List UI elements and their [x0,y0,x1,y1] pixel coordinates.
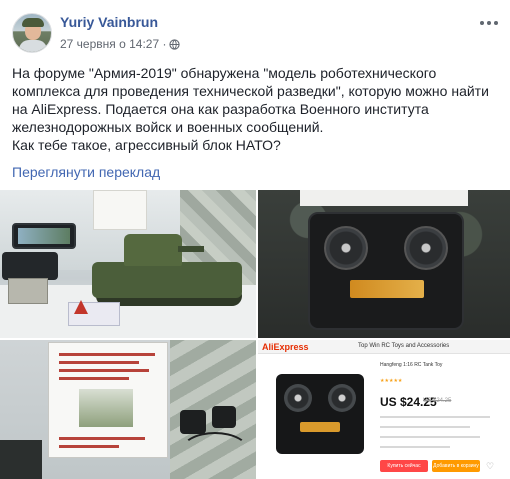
post-timestamp[interactable]: 27 червня о 14:27 · [60,37,166,51]
aliexpress-divider [380,426,470,428]
photo-info-board[interactable] [0,340,256,479]
aliexpress-header: AliExpress Top Win RC Toys and Accessori… [258,340,510,354]
dot [480,21,484,25]
photo-device [180,410,206,434]
aliexpress-product-image [268,368,372,472]
tank-turret [124,234,182,266]
aliexpress-divider [380,436,480,438]
heart-icon: ♡ [486,461,495,471]
post-header: Yuriy Vainbrun 27 червня о 14:27 · [12,12,500,56]
aliexpress-divider [380,446,450,448]
aliexpress-buy-button: Купить сейчас [380,460,428,472]
avatar-cap [22,18,44,27]
board-line [59,369,149,372]
tablet-screen [18,228,70,244]
photo-device [0,440,42,479]
aliexpress-product-title: Hangfeng 1:16 RC Tank Toy [380,362,443,368]
photo-cable [180,432,250,472]
aliexpress-old-price: US $24.25 [423,398,452,404]
tank-body [92,262,242,298]
post-text-line: комплекса для проведения технической раз… [12,83,489,99]
aliexpress-divider [380,416,490,418]
more-options-icon[interactable] [478,16,500,30]
photo-remote-controller[interactable] [258,190,510,338]
rc-label [350,280,424,298]
dot [487,21,491,25]
aliexpress-logo: AliExpress [262,342,309,352]
board-line [59,353,155,356]
aliexpress-rating: ★★★★★ [380,378,403,384]
author-avatar[interactable] [12,13,52,53]
tank-gun [178,246,204,252]
info-board [48,342,168,458]
photo-grid: AliExpress Top Win RC Toys and Accessori… [0,190,510,479]
photo-device [212,406,236,428]
photo-paper [93,190,147,230]
rc-stick-left [324,226,368,270]
rc-transmitter [276,374,364,454]
avatar-body [19,40,47,52]
see-translation-link[interactable]: Переглянути переклад [12,164,160,180]
post-text-line: железнодорожных войск и военных сообщени… [12,119,324,135]
dot [494,21,498,25]
aliexpress-store-name: Top Win RC Toys and Accessories [358,343,450,349]
board-tank-image [79,389,133,427]
board-line [59,445,119,448]
photo-tablet [12,223,76,249]
rc-stick-left [284,384,312,412]
post-text: На форуме "Армия-2019" обнаружена "модел… [12,64,498,154]
photo-aliexpress-listing[interactable]: AliExpress Top Win RC Toys and Accessori… [258,340,510,479]
rc-stick-right [404,226,448,270]
rc-transmitter [308,212,464,330]
aliexpress-cart-button: Добавить в корзину [432,460,480,472]
board-line [59,361,139,364]
board-line [59,377,129,380]
rc-stick-right [328,384,356,412]
photo-box [8,278,48,304]
photo-paper [300,190,468,206]
globe-icon[interactable] [169,38,181,50]
post-text-line: Как тебе такое, агрессивный блок НАТО? [12,137,281,153]
rc-label [300,422,340,432]
photo-tank-exhibit[interactable] [0,190,256,338]
post-text-line: на AliExpress. Подается она как разработ… [12,101,429,117]
photo-controller [2,252,58,280]
board-line [59,437,145,440]
post-meta: 27 червня о 14:27 · [60,37,181,51]
exhibit-sign [68,302,120,326]
post-text-line: На форуме "Армия-2019" обнаружена "модел… [12,65,437,81]
author-name[interactable]: Yuriy Vainbrun [60,14,158,30]
